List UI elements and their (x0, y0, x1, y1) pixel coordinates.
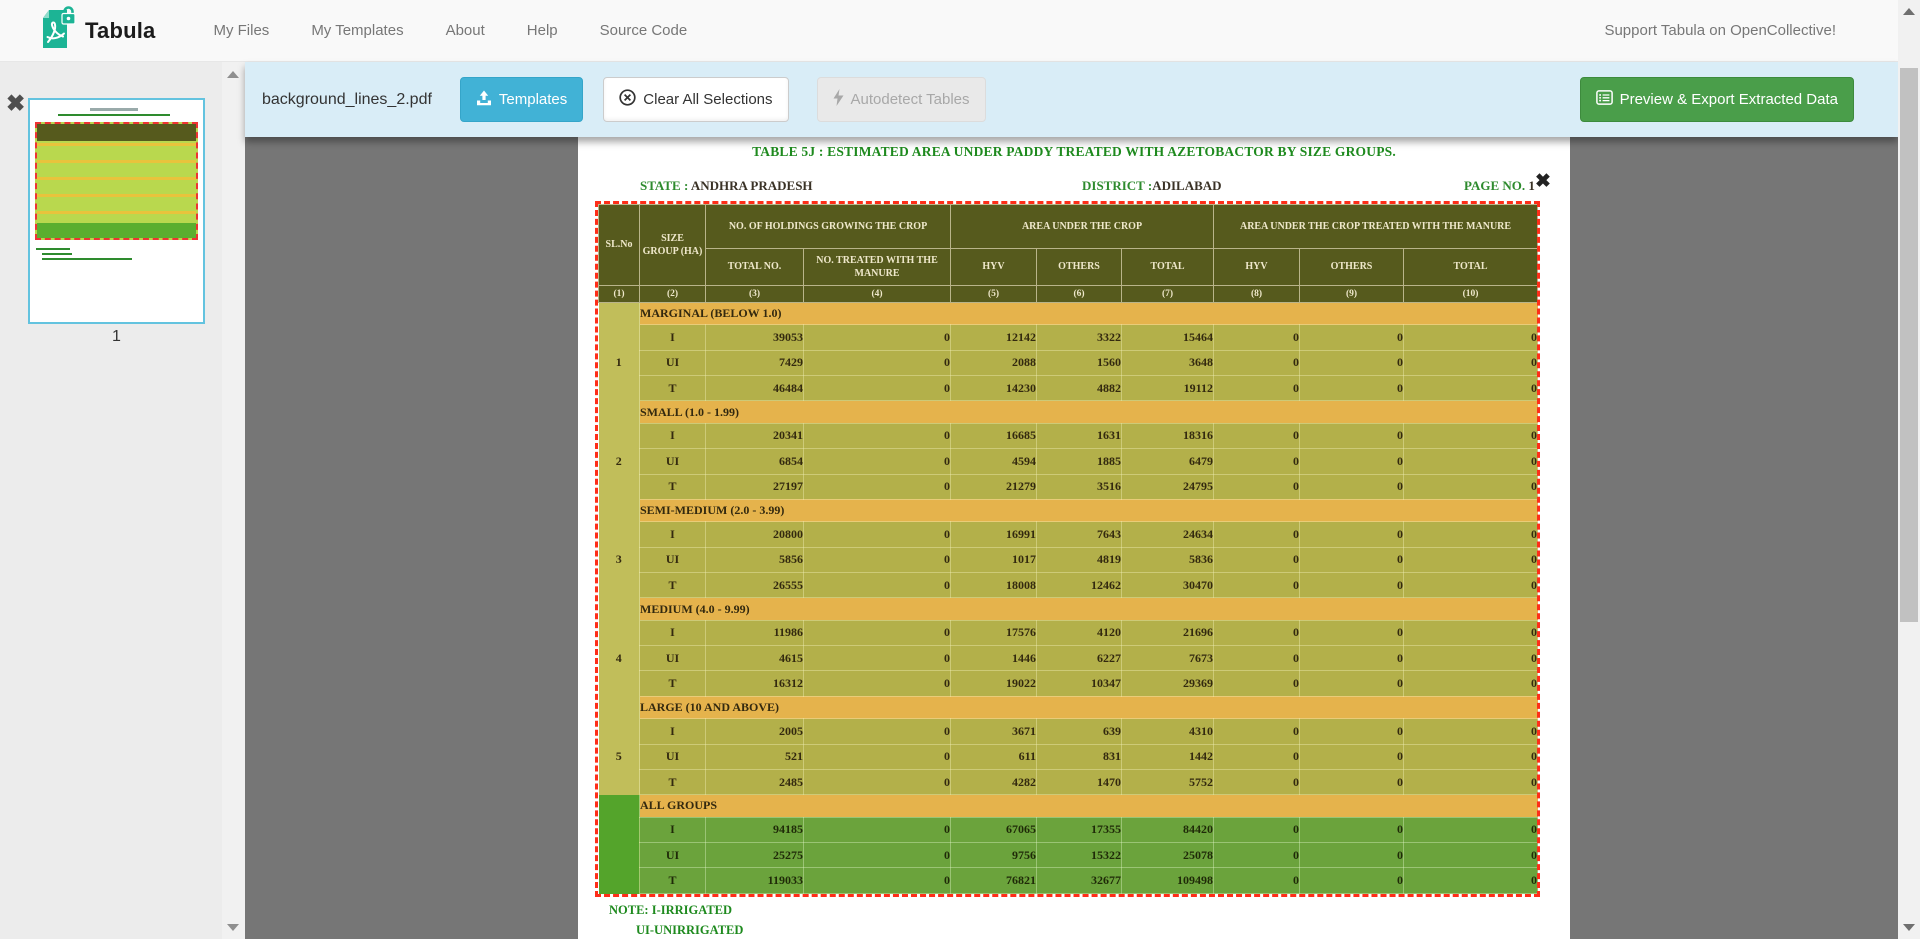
scroll-down-icon[interactable] (227, 924, 239, 931)
note-line: UI-UNIRRIGATED (636, 920, 743, 939)
mini-note-line (36, 248, 70, 250)
brand[interactable]: Tabula (38, 5, 155, 56)
nav-about[interactable]: About (446, 22, 485, 39)
document-notes: NOTE: I-IRRIGATED UI-UNIRRIGATED (609, 900, 743, 939)
window-scrollbar[interactable] (1898, 0, 1920, 939)
clear-all-selections-button[interactable]: Clear All Selections (603, 77, 788, 122)
scroll-down-icon[interactable] (1903, 924, 1915, 931)
mini-table (35, 122, 198, 240)
note-line: NOTE: I-IRRIGATED (609, 900, 743, 920)
tabula-logo-icon (38, 5, 76, 56)
selection-close-button[interactable]: ✖ (1535, 172, 1551, 191)
scroll-up-icon[interactable] (227, 71, 239, 78)
clear-button-label: Clear All Selections (643, 91, 772, 108)
pdf-page[interactable]: TABLE 5J : ESTIMATED AREA UNDER PADDY TR… (578, 137, 1570, 939)
district-field: DISTRICT :ADILABAD (1082, 178, 1222, 194)
mini-note-line (42, 253, 72, 255)
scroll-up-icon[interactable] (1903, 8, 1915, 15)
page-no-field: PAGE NO. 1 (1464, 178, 1535, 194)
nav-help[interactable]: Help (527, 22, 558, 39)
top-navbar: Tabula My Files My Templates About Help … (0, 0, 1898, 62)
scrollbar-thumb[interactable] (1900, 68, 1918, 622)
nav-my-templates[interactable]: My Templates (311, 22, 403, 39)
page-thumbnail[interactable] (28, 98, 205, 324)
state-field: STATE : ANDHRA PRADESH (640, 178, 813, 194)
mini-note-line (42, 258, 132, 260)
page-number-label: 1 (28, 328, 205, 346)
nav-source-code[interactable]: Source Code (600, 22, 688, 39)
pdf-viewer: TABLE 5J : ESTIMATED AREA UNDER PADDY TR… (245, 137, 1898, 939)
support-link[interactable]: Support Tabula on OpenCollective! (1604, 22, 1836, 39)
lightning-icon (833, 89, 844, 110)
upload-icon (476, 90, 492, 110)
autodetect-button-label: Autodetect Tables (851, 91, 970, 108)
preview-export-button[interactable]: Preview & Export Extracted Data (1580, 77, 1854, 122)
pages-sidebar: ✖ 1 (0, 62, 245, 939)
brand-title: Tabula (85, 18, 155, 44)
remove-page-button[interactable]: ✖ (6, 92, 25, 115)
list-alt-icon (1596, 89, 1613, 110)
filename-label: background_lines_2.pdf (262, 91, 432, 109)
mini-title-line (90, 108, 138, 111)
selection-box[interactable] (595, 201, 1540, 897)
sidebar-scrollbar[interactable] (222, 62, 245, 939)
templates-button-label: Templates (499, 91, 567, 108)
toolbar: background_lines_2.pdf Templates Clear A… (245, 62, 1898, 137)
nav-links: My Files My Templates About Help Source … (213, 22, 687, 39)
nav-my-files[interactable]: My Files (213, 22, 269, 39)
autodetect-tables-button: Autodetect Tables (817, 77, 986, 122)
document-title: TABLE 5J : ESTIMATED AREA UNDER PADDY TR… (578, 144, 1570, 160)
export-button-label: Preview & Export Extracted Data (1620, 91, 1838, 108)
circle-x-icon (619, 89, 636, 110)
templates-button[interactable]: Templates (460, 77, 583, 122)
mini-subtitle-line (58, 114, 170, 116)
